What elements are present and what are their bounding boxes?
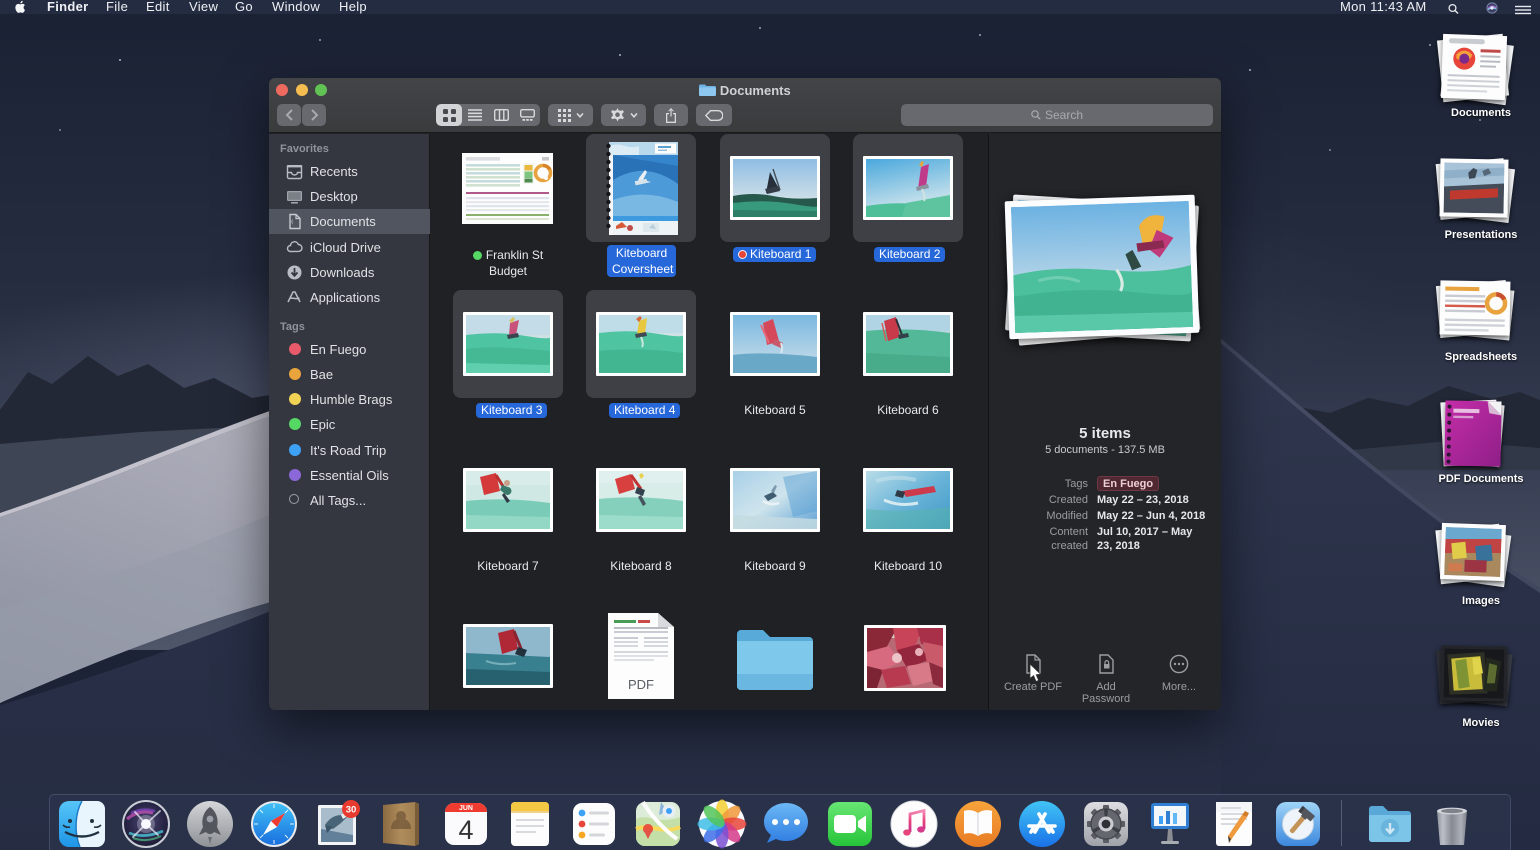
svg-text:30: 30 <box>346 804 357 815</box>
svg-text:JUN: JUN <box>459 805 473 812</box>
svg-text:PDF: PDF <box>628 677 654 692</box>
svg-text:4: 4 <box>458 815 473 845</box>
